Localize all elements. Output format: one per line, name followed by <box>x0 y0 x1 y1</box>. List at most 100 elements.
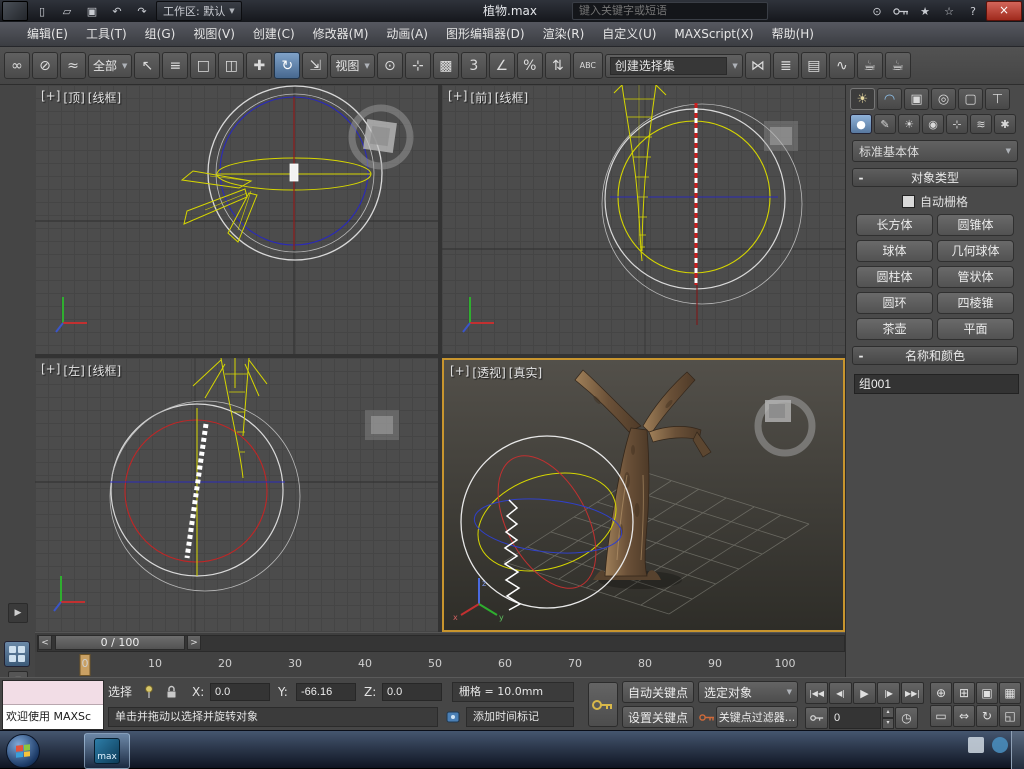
viewport-perspective[interactable]: [+] [透视] [真实] z x y <box>442 358 845 632</box>
y-coord-field[interactable] <box>296 683 356 701</box>
viewport-canvas-left[interactable] <box>35 358 438 632</box>
listener-pink-pane[interactable] <box>3 681 103 705</box>
align-icon[interactable]: ≣ <box>772 52 799 79</box>
auto-key-button[interactable]: 自动关键点 <box>622 681 694 703</box>
viewport-general-menu[interactable]: [+] <box>448 89 467 106</box>
tube-button[interactable]: 管状体 <box>937 266 1014 288</box>
menu-maxscript[interactable]: MAXScript(X) <box>665 22 762 47</box>
maxscript-mini-listener[interactable]: 欢迎使用 MAXSc <box>2 680 104 730</box>
object-name-input[interactable] <box>854 373 1019 394</box>
selection-lock-icon[interactable] <box>162 683 180 701</box>
name-color-rollout[interactable]: - 名称和颜色 <box>852 346 1018 365</box>
cameras-category-icon[interactable]: ◉ <box>922 114 944 134</box>
menu-edit[interactable]: 编辑(E) <box>18 22 77 47</box>
key-icon[interactable] <box>890 1 912 21</box>
use-pivot-center-icon[interactable]: ⊙ <box>376 52 403 79</box>
select-and-rotate-icon[interactable]: ↻ <box>274 52 301 79</box>
sphere-button[interactable]: 球体 <box>856 240 933 262</box>
angle-snap-icon[interactable]: ∠ <box>488 52 515 79</box>
systems-category-icon[interactable]: ✱ <box>994 114 1016 134</box>
menu-tools[interactable]: 工具(T) <box>77 22 136 47</box>
pan-icon[interactable]: ⇔ <box>953 705 975 727</box>
next-frame-button[interactable]: |▶ <box>877 682 900 704</box>
space-warps-category-icon[interactable]: ≋ <box>970 114 992 134</box>
orbit-icon[interactable]: ↻ <box>976 705 998 727</box>
helpers-category-icon[interactable]: ⊹ <box>946 114 968 134</box>
viewport-shading-menu[interactable]: [线框] <box>495 89 528 106</box>
current-frame-field[interactable] <box>829 707 881 729</box>
zoom-extents-icon[interactable]: ▣ <box>976 682 998 704</box>
redo-icon[interactable]: ↷ <box>131 1 153 21</box>
create-tab-icon[interactable]: ☀ <box>850 88 875 110</box>
viewport-pov-menu[interactable]: [左] <box>63 362 84 379</box>
menu-help[interactable]: 帮助(H) <box>763 22 823 47</box>
keyboard-override-icon[interactable]: ▩ <box>432 52 459 79</box>
viewcube[interactable] <box>365 410 399 440</box>
zoom-all-icon[interactable]: ⊞ <box>953 682 975 704</box>
select-and-move-icon[interactable]: ✚ <box>246 52 273 79</box>
selection-filter-dropdown[interactable]: 全部 ▼ <box>88 53 133 78</box>
open-file-icon[interactable]: ▱ <box>56 1 78 21</box>
menu-modifiers[interactable]: 修改器(M) <box>304 22 378 47</box>
frame-spin-down[interactable]: ▾ <box>882 718 894 729</box>
menu-customize[interactable]: 自定义(U) <box>593 22 665 47</box>
show-desktop-button[interactable] <box>1011 731 1024 769</box>
viewport-pov-menu[interactable]: [顶] <box>63 89 84 106</box>
geosphere-button[interactable]: 几何球体 <box>937 240 1014 262</box>
search-icon[interactable]: ⊙ <box>866 1 888 21</box>
menu-views[interactable]: 视图(V) <box>184 22 244 47</box>
goto-start-button[interactable]: |◀◀ <box>805 682 828 704</box>
unlink-selection-icon[interactable]: ⊘ <box>32 52 58 79</box>
start-button[interactable] <box>6 734 40 768</box>
strip-arrow-button[interactable]: ▶ <box>8 603 28 623</box>
close-button[interactable]: × <box>986 1 1022 21</box>
isolate-selection-icon[interactable] <box>140 683 158 701</box>
previous-frame-button[interactable]: ◀| <box>829 682 852 704</box>
torus-button[interactable]: 圆环 <box>856 292 933 314</box>
help-icon[interactable]: ? <box>962 1 984 21</box>
teapot-button[interactable]: 茶壶 <box>856 318 933 340</box>
window-crossing-icon[interactable]: ◫ <box>218 52 245 79</box>
geometry-category-icon[interactable]: ● <box>850 114 872 134</box>
viewport-general-menu[interactable]: [+] <box>450 364 469 381</box>
autogrid-checkbox[interactable] <box>901 195 915 208</box>
named-selection-set-combo[interactable]: 创建选择集 ▼ <box>604 53 743 78</box>
layer-manager-icon[interactable]: ▤ <box>800 52 827 79</box>
box-button[interactable]: 长方体 <box>856 214 933 236</box>
menu-graph-editors[interactable]: 图形编辑器(D) <box>437 22 534 47</box>
zoom-extents-all-icon[interactable]: ▦ <box>999 682 1021 704</box>
key-mode-dropdown[interactable]: 选定对象 ▼ <box>698 681 798 703</box>
percent-snap-icon[interactable]: % <box>516 52 543 79</box>
time-tag-icon[interactable] <box>444 708 462 726</box>
listener-text[interactable]: 欢迎使用 MAXSc <box>3 705 103 729</box>
motion-tab-icon[interactable]: ◎ <box>931 88 956 110</box>
render-production-icon[interactable]: ☕ <box>884 52 911 79</box>
add-favorite-icon[interactable]: ☆ <box>938 1 960 21</box>
favorites-star-icon[interactable]: ★ <box>914 1 936 21</box>
menu-group[interactable]: 组(G) <box>136 22 185 47</box>
key-mode-toggle-button[interactable] <box>805 707 828 729</box>
select-and-link-icon[interactable]: ∞ <box>4 52 30 79</box>
set-keys-button[interactable] <box>588 682 618 727</box>
curve-editor-icon[interactable]: ∿ <box>828 52 855 79</box>
spinner-snap-icon[interactable]: ⇅ <box>544 52 571 79</box>
track-bar[interactable]: 0 10 20 30 40 50 60 70 80 90 100 <box>35 652 845 678</box>
viewport-pov-menu[interactable]: [透视] <box>472 364 505 381</box>
frame-spin-up[interactable]: ▴ <box>882 707 894 718</box>
z-coord-field[interactable] <box>382 683 442 701</box>
previous-frame-arrow[interactable]: < <box>38 635 52 650</box>
select-object-icon[interactable]: ↖ <box>134 52 161 79</box>
viewport-canvas-perspective[interactable]: z x y <box>444 360 843 630</box>
viewport-shading-menu[interactable]: [真实] <box>509 364 542 381</box>
menu-rendering[interactable]: 渲染(R) <box>534 22 594 47</box>
taskbar-app-3dsmax[interactable]: max <box>84 733 130 769</box>
viewport-layout-tabs-button[interactable] <box>4 641 30 667</box>
key-filter-icon[interactable] <box>698 708 716 726</box>
plane-button[interactable]: 平面 <box>937 318 1014 340</box>
tray-icon-2[interactable] <box>992 737 1008 753</box>
x-coord-field[interactable] <box>210 683 270 701</box>
key-filters-button[interactable]: 关键点过滤器... <box>716 706 798 728</box>
select-by-name-icon[interactable]: ≡ <box>162 52 189 79</box>
search-input[interactable] <box>572 2 768 20</box>
menu-create[interactable]: 创建(C) <box>244 22 304 47</box>
